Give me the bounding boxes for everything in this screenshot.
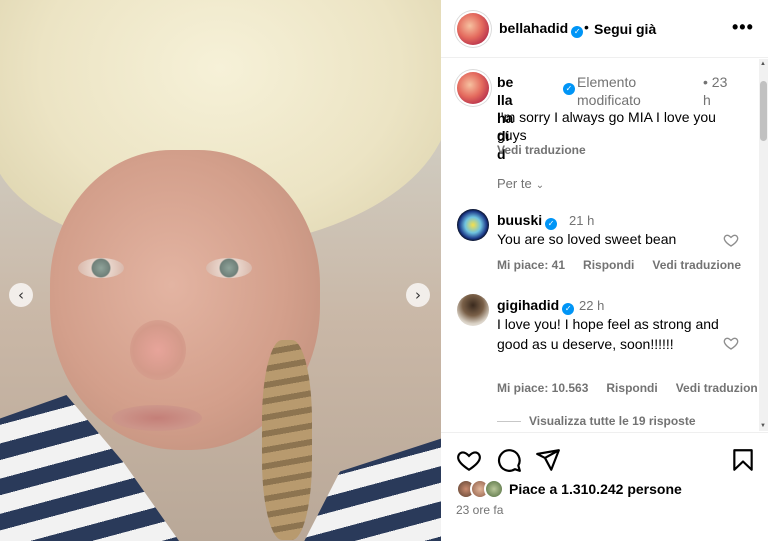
separator-dot: •: [584, 19, 589, 35]
caption-author-avatar[interactable]: [457, 72, 489, 104]
reply-button[interactable]: Rispondi: [606, 381, 657, 395]
commenter-avatar[interactable]: [457, 209, 489, 241]
view-replies-label: Visualizza tutte le 19 risposte: [529, 414, 696, 428]
braid: [262, 340, 312, 540]
commenter-avatar[interactable]: [457, 294, 489, 326]
comment-text: I love you! I hope feel as strong and go…: [497, 316, 719, 352]
comment-sort-dropdown[interactable]: Per te ⌄: [497, 176, 544, 191]
commenter-username[interactable]: gigihadid ✓: [497, 297, 575, 315]
translate-button[interactable]: Vedi traduzione: [652, 258, 741, 272]
post-photo[interactable]: ‹ ›: [0, 0, 441, 541]
comment-likes-count[interactable]: Mi piace: 41: [497, 258, 565, 272]
comment-item: gigihadid ✓ 22 h I love you! I hope feel …: [441, 284, 757, 431]
sort-label: Per te: [497, 176, 532, 191]
comment-actions: Mi piace: 10.563 Rispondi Vedi traduzione: [497, 381, 757, 395]
liker-avatars[interactable]: [456, 479, 508, 499]
verified-badge-icon: ✓: [571, 26, 584, 38]
likes-count[interactable]: Piace a 1.310.242 persone: [509, 481, 682, 497]
scrollbar-thumb[interactable]: [760, 81, 767, 141]
comment-like-icon[interactable]: [723, 232, 739, 248]
like-heart-icon[interactable]: [456, 447, 482, 473]
chevron-down-icon: ⌄: [535, 180, 545, 191]
caption-time[interactable]: • 23 h: [703, 73, 737, 109]
post-header: bellahadid ✓ • Segui già •••: [441, 0, 768, 58]
liker-avatar: [484, 479, 504, 499]
nose: [130, 320, 186, 380]
next-photo-button[interactable]: ›: [406, 283, 430, 307]
right-eye: [206, 258, 252, 278]
more-options-icon[interactable]: •••: [732, 17, 754, 38]
comment-text: You are so loved sweet bean: [497, 231, 677, 247]
following-status-button[interactable]: Segui già: [594, 21, 656, 37]
bookmark-icon[interactable]: [730, 447, 756, 473]
caption-text: I'm sorry I always go MIA I love you guy…: [497, 109, 716, 143]
comment-like-icon[interactable]: [723, 335, 739, 351]
translate-button[interactable]: Vedi traduzione: [676, 381, 757, 395]
caption-verified-badge-icon: ✓: [563, 83, 575, 95]
mouth: [112, 405, 202, 431]
edited-label: Elemento modificato: [577, 74, 641, 108]
comment-time[interactable]: 21 h: [569, 213, 594, 228]
share-paper-plane-icon[interactable]: [535, 447, 561, 473]
comment-likes-count[interactable]: Mi piace: 10.563: [497, 381, 588, 395]
author-avatar[interactable]: [457, 13, 489, 45]
comment-bubble-icon[interactable]: [496, 447, 522, 473]
reply-button[interactable]: Rispondi: [583, 258, 634, 272]
left-eye: [78, 258, 124, 278]
author-username[interactable]: bellahadid ✓: [499, 20, 584, 38]
scroll-down-icon[interactable]: ▼: [760, 423, 766, 429]
comments-list[interactable]: bellahadi d ✓ Elemento modificato • 23 h …: [441, 59, 757, 431]
comment-item: buuski ✓ 21 h You are so loved sweet bean…: [441, 199, 757, 283]
comment-time[interactable]: 22 h: [579, 298, 604, 313]
view-replies-button[interactable]: Visualizza tutte le 19 risposte: [497, 414, 696, 428]
previous-photo-button[interactable]: ‹: [9, 283, 33, 307]
post-side-panel: bellahadid ✓ • Segui già ••• bellahadi d ✓…: [441, 0, 768, 541]
post-actions-bar: Piace a 1.310.242 persone 23 ore fa: [441, 432, 768, 541]
caption-translate-link[interactable]: Vedi traduzione: [497, 143, 586, 157]
comment-actions: Mi piace: 41 Rispondi Vedi traduzione: [497, 258, 757, 272]
commenter-username[interactable]: buuski ✓: [497, 212, 558, 230]
post-time-ago[interactable]: 23 ore fa: [456, 503, 503, 517]
comments-scrollbar[interactable]: ▲ ▼: [759, 59, 768, 431]
scroll-up-icon[interactable]: ▲: [760, 61, 766, 67]
replies-divider: [497, 421, 521, 423]
